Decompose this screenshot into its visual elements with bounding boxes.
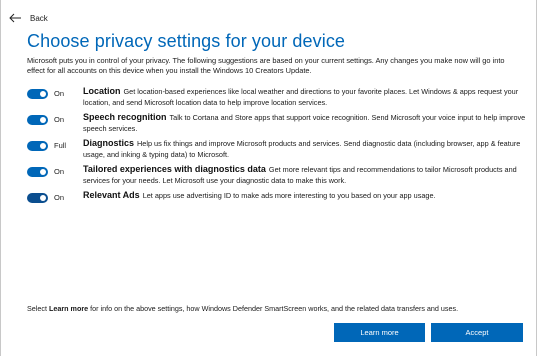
back-arrow-icon[interactable] xyxy=(8,11,22,25)
location-state: On xyxy=(54,89,65,98)
speech-recognition-state: On xyxy=(54,115,65,124)
speech-recognition-description: Speech recognition Talk to Cortana and St… xyxy=(83,112,528,134)
relevant-ads-state: On xyxy=(54,193,65,202)
footer-learn-more: Learn more xyxy=(48,304,89,313)
location-title: Location xyxy=(83,86,121,96)
accept-button[interactable]: Accept xyxy=(431,323,523,342)
relevant-ads-title: Relevant Ads xyxy=(83,190,140,200)
setting-speech-recognition: On Speech recognition Talk to Cortana and… xyxy=(27,112,527,138)
location-toggle[interactable] xyxy=(27,89,48,99)
footer-suffix: for info on the above settings, how Wind… xyxy=(88,304,459,313)
speech-recognition-title: Speech recognition xyxy=(83,112,167,122)
relevant-ads-description: Relevant Ads Let apps use advertising ID … xyxy=(83,190,528,202)
toggle-knob xyxy=(40,195,46,201)
diagnostics-description: Diagnostics Help us fix things and improv… xyxy=(83,138,528,160)
learn-more-button[interactable]: Learn more xyxy=(334,323,425,342)
tailored-experiences-title: Tailored experiences with diagnostics da… xyxy=(83,164,266,174)
tailored-experiences-description: Tailored experiences with diagnostics da… xyxy=(83,164,528,186)
page-title: Choose privacy settings for your device xyxy=(27,31,346,51)
setting-location: On Location Get location-based experience… xyxy=(27,86,527,112)
location-description: Location Get location-based experiences l… xyxy=(83,86,528,108)
intro-text: Microsoft puts you in control of your pr… xyxy=(27,56,505,75)
settings-list: On Location Get location-based experience… xyxy=(27,86,527,216)
diagnostics-text: Help us fix things and improve Microsoft… xyxy=(83,139,521,159)
setting-relevant-ads: On Relevant Ads Let apps use advertising … xyxy=(27,190,527,216)
setting-tailored-experiences: On Tailored experiences with diagnostics… xyxy=(27,164,527,190)
relevant-ads-toggle[interactable] xyxy=(27,193,48,203)
toggle-knob xyxy=(40,169,46,175)
back-label[interactable]: Back xyxy=(30,14,48,23)
location-text: Get location-based experiences like loca… xyxy=(83,87,519,107)
top-bar: Back xyxy=(8,8,48,28)
toggle-knob xyxy=(40,143,46,149)
diagnostics-toggle[interactable] xyxy=(27,141,48,151)
tailored-experiences-toggle[interactable] xyxy=(27,167,48,177)
tailored-experiences-state: On xyxy=(54,167,65,176)
setting-diagnostics: Full Diagnostics Help us fix things and i… xyxy=(27,138,527,164)
toggle-knob xyxy=(40,91,46,97)
diagnostics-state: Full xyxy=(54,141,67,150)
relevant-ads-text: Let apps use advertising ID to make ads … xyxy=(142,191,436,200)
footer-text: Select Learn more for info on the above … xyxy=(27,304,458,313)
toggle-knob xyxy=(40,117,46,123)
diagnostics-title: Diagnostics xyxy=(83,138,135,148)
footer-prefix: Select xyxy=(27,304,49,313)
speech-recognition-toggle[interactable] xyxy=(27,115,48,125)
